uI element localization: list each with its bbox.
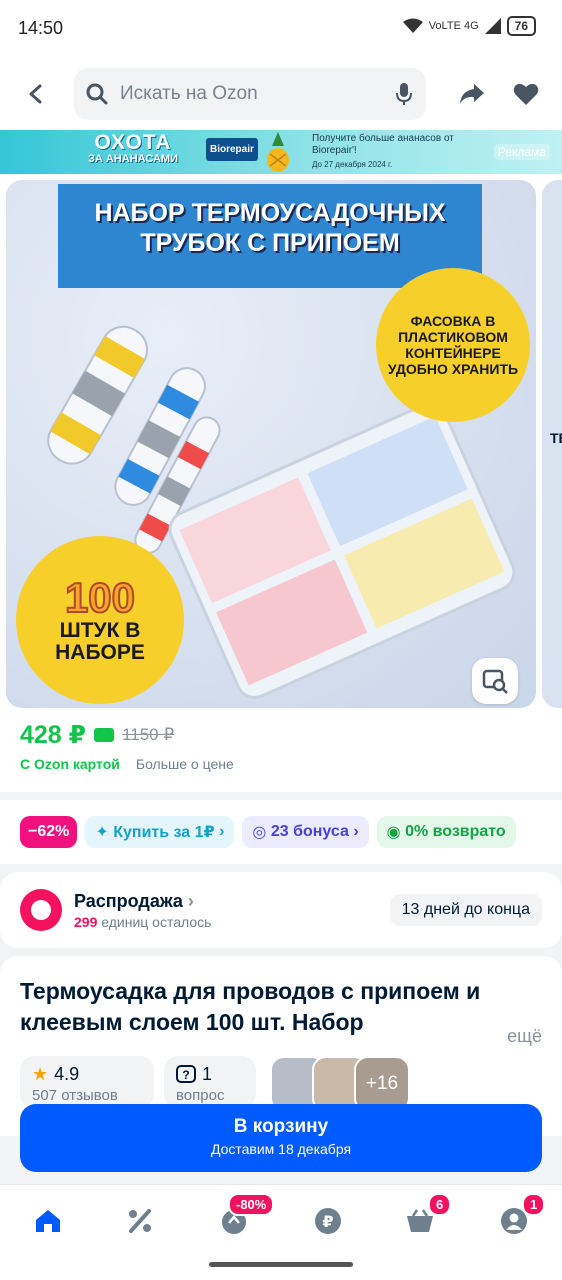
share-icon	[460, 84, 484, 104]
return-icon: ◉	[386, 824, 406, 841]
ad-text: Получите больше ананасов от Biorepair'!	[312, 133, 454, 156]
ad-label: Реклама	[493, 144, 550, 160]
search-icon	[86, 83, 108, 105]
percent-icon	[129, 1209, 151, 1233]
add-to-cart-label: В корзину	[233, 1116, 329, 1137]
image-search-icon	[482, 669, 508, 694]
search-bar[interactable]: Искать на Ozon	[74, 68, 426, 120]
reviews-count: 507 отзывов	[32, 1087, 118, 1104]
bonus-icon: ◎	[252, 824, 271, 841]
more-photos-thumb[interactable]: +16	[354, 1056, 410, 1108]
search-placeholder: Искать на Ozon	[120, 83, 258, 104]
sale-title: Распродажа	[74, 890, 183, 911]
delivery-date: Доставим 18 декабря	[210, 1141, 352, 1157]
discount-badge: -80%	[228, 1193, 275, 1216]
share-button[interactable]	[450, 72, 494, 116]
bonus-label: 23 бонуса	[270, 823, 349, 840]
rating-value: 4.9	[54, 1064, 80, 1084]
status-icons: VoLTE 4G 76	[402, 16, 536, 36]
ad-title: ОХОТА ЗА АНАНАСАМИ	[74, 131, 192, 165]
title-more-link[interactable]: ещё	[507, 1026, 542, 1047]
network-label: VoLTE 4G	[428, 20, 479, 32]
promo-chips: −62% ✦ Купить за 1₽ › ◎ 23 бонуса › ◉ 0%…	[0, 800, 562, 864]
ruble-icon: ₽	[315, 1208, 341, 1234]
chevron-right-icon: ›	[348, 823, 359, 840]
home-icon	[36, 1210, 60, 1232]
tab-home[interactable]	[28, 1201, 68, 1241]
home-indicator[interactable]	[209, 1262, 353, 1267]
status-time: 14:50	[18, 18, 64, 38]
question-icon: ?	[176, 1064, 196, 1083]
ad-brand-logo: Biorepair	[206, 138, 258, 161]
signal-icon	[484, 18, 501, 34]
sale-days-left: 13 дней до конца	[389, 894, 542, 926]
chevron-right-icon: ›	[187, 890, 194, 911]
tab-profile[interactable]: 1	[494, 1193, 546, 1241]
ad-title-top: ОХОТА	[94, 131, 172, 154]
star-icon: ★	[32, 1064, 49, 1084]
add-to-cart-button[interactable]: В корзину Доставим 18 декабря	[20, 1104, 542, 1172]
microphone-icon[interactable]	[394, 82, 414, 106]
cart-badge: 6	[428, 1193, 452, 1216]
heart-icon	[513, 83, 539, 105]
photo-badge-quantity: 100 ШТУК В НАБОРЕ	[16, 536, 184, 704]
buy-for-1-chip[interactable]: ✦ Купить за 1₽ ›	[85, 816, 235, 848]
old-price: 1150 ₽	[122, 725, 175, 744]
review-photos[interactable]: +16	[270, 1056, 410, 1108]
top-toolbar: Искать на Ozon	[0, 58, 562, 130]
pineapple-icon	[267, 132, 289, 172]
ozon-card-label: С Ozon картой	[20, 756, 120, 772]
ad-banner[interactable]: ОХОТА ЗА АНАНАСАМИ Biorepair Получите бо…	[0, 130, 562, 174]
return-chip[interactable]: ◉ 0% возврато	[376, 816, 516, 848]
image-search-button[interactable]	[472, 658, 518, 704]
chevron-left-icon	[29, 84, 42, 104]
tab-fresh[interactable]: -80%	[214, 1193, 275, 1241]
price-block: 428 ₽ 1150 ₽ С Ozon картой Больше о цене	[0, 712, 562, 792]
status-bar: 14:50 VoLTE 4G 76	[0, 0, 562, 58]
svg-text:?: ?	[182, 1068, 189, 1082]
next-photo-text: ТЕ	[550, 430, 562, 446]
sale-logo-icon	[20, 889, 62, 931]
product-gallery[interactable]: НАБОР ТЕРМОУСАДОЧНЫХ ТРУБОК С ПРИПОЕМ ФА…	[0, 174, 562, 712]
sale-count-text: единиц осталось	[101, 913, 212, 930]
rating-card[interactable]: ★ 4.9 507 отзывов	[20, 1056, 154, 1108]
photo-badge-text: ШТУК В НАБОРЕ	[55, 619, 145, 664]
questions-label: вопрос	[176, 1087, 225, 1104]
photo-badge-packaging: ФАСОВКА В ПЛАСТИКОВОМ КОНТЕЙНЕРЕ УДОБНО …	[376, 268, 530, 422]
sale-count: 299	[74, 913, 98, 930]
questions-count: 1	[202, 1064, 213, 1084]
photo-badge-number: 100	[64, 574, 136, 621]
sale-block[interactable]: Распродажа › 299 единиц осталось 13 дней…	[0, 872, 562, 948]
sparkle-icon: ✦	[95, 824, 114, 841]
current-price: 428 ₽	[20, 721, 87, 749]
return-label: 0% возврато	[405, 823, 506, 840]
tab-discounts[interactable]	[120, 1201, 160, 1241]
profile-badge: 1	[522, 1193, 546, 1216]
next-product-photo[interactable]: ТЕ	[542, 180, 562, 708]
back-button[interactable]	[14, 72, 58, 116]
ad-title-bottom: ЗА АНАНАСАМИ	[87, 153, 179, 165]
price-details-link[interactable]: Больше о цене	[136, 756, 234, 772]
svg-text:₽: ₽	[322, 1214, 333, 1231]
tab-finance[interactable]: ₽	[308, 1201, 348, 1241]
ad-date: До 27 декабря 2024 г.	[312, 160, 393, 169]
product-photo[interactable]: НАБОР ТЕРМОУСАДОЧНЫХ ТРУБОК С ПРИПОЕМ ФА…	[6, 180, 536, 708]
battery-icon: 76	[506, 16, 536, 36]
questions-card[interactable]: ? 1 вопрос	[164, 1056, 256, 1108]
chevron-right-icon: ›	[214, 823, 225, 840]
bonus-chip[interactable]: ◎ 23 бонуса ›	[242, 816, 369, 848]
tab-cart[interactable]: 6	[400, 1193, 452, 1241]
product-title: Термоусадка для проводов с припоем и кле…	[20, 978, 481, 1035]
discount-chip: −62%	[20, 816, 78, 848]
wifi-icon	[402, 18, 423, 33]
card-icon	[94, 728, 115, 742]
buy-for-1-label: Купить за 1₽	[113, 824, 215, 841]
favorite-button[interactable]	[504, 72, 548, 116]
